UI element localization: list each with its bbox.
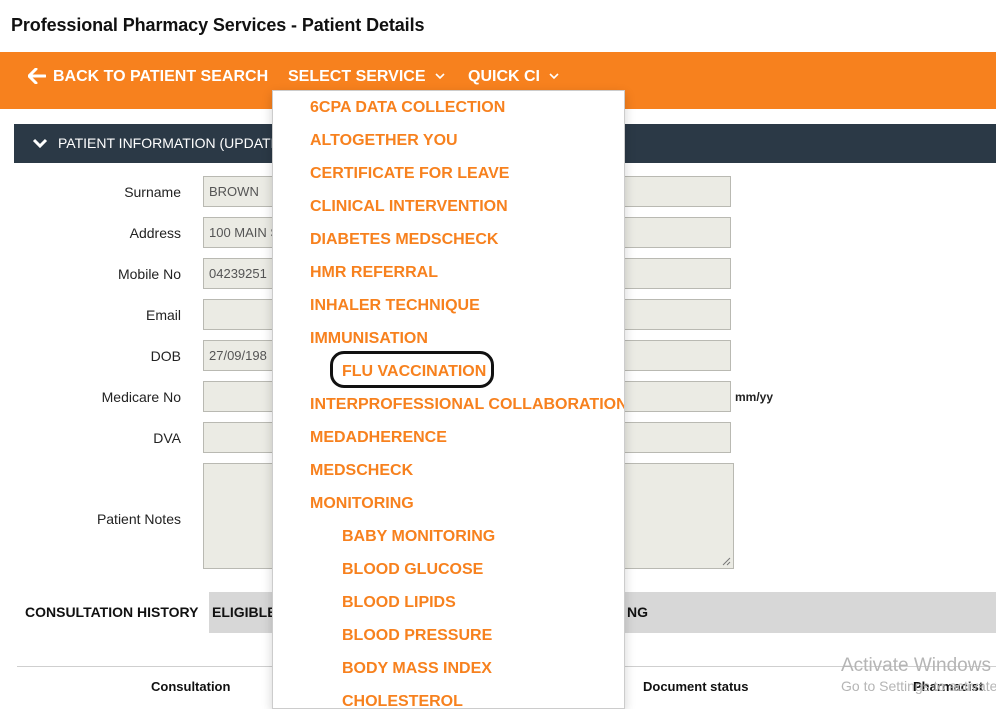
- email-label: Email: [145, 307, 181, 323]
- quick-label: QUICK CI: [468, 68, 540, 85]
- back-to-patient-search-link[interactable]: BACK TO PATIENT SEARCH: [27, 52, 269, 102]
- back-label: BACK TO PATIENT SEARCH: [53, 68, 269, 85]
- menu-item-altogether-you[interactable]: ALTOGETHER YOU: [310, 132, 458, 150]
- menu-item-6cpa-data-collection[interactable]: 6CPA DATA COLLECTION: [310, 99, 505, 117]
- menu-item-body-mass-index[interactable]: BODY MASS INDEX: [342, 660, 492, 678]
- mobile-label: Mobile No: [117, 266, 181, 282]
- menu-item-certificate-for-leave[interactable]: CERTIFICATE FOR LEAVE: [310, 165, 509, 183]
- chevron-down-icon: [32, 138, 48, 148]
- page-title: Professional Pharmacy Services - Patient…: [11, 15, 425, 35]
- menu-item-flu-vaccination[interactable]: FLU VACCINATION: [342, 363, 486, 381]
- tab-consultation-history[interactable]: CONSULTATION HISTORY: [14, 592, 210, 633]
- col-document-status-header[interactable]: Document status: [643, 679, 748, 694]
- col-consultation-header[interactable]: Consultation: [151, 679, 230, 694]
- select-service-dropdown: 6CPA DATA COLLECTION ALTOGETHER YOU CERT…: [272, 90, 625, 709]
- watermark-line1: Activate Windows: [841, 655, 991, 676]
- menu-item-baby-monitoring[interactable]: BABY MONITORING: [342, 528, 495, 546]
- menu-item-interprofessional-collaboration[interactable]: INTERPROFESSIONAL COLLABORATION: [310, 396, 624, 414]
- surname-label: Surname: [124, 184, 181, 200]
- menu-item-medadherence[interactable]: MEDADHERENCE: [310, 429, 447, 447]
- dob-label: DOB: [150, 348, 181, 364]
- chevron-down-icon: [434, 73, 445, 80]
- arrow-left-icon: [27, 67, 47, 85]
- medicare-expiry-hint: mm/yy: [735, 390, 774, 404]
- menu-item-inhaler-technique[interactable]: INHALER TECHNIQUE: [310, 297, 480, 315]
- menu-item-clinical-intervention[interactable]: CLINICAL INTERVENTION: [310, 198, 508, 216]
- menu-item-blood-glucose[interactable]: BLOOD GLUCOSE: [342, 561, 483, 579]
- watermark-line2: Go to Settings to activate: [841, 678, 996, 694]
- menu-item-blood-lipids[interactable]: BLOOD LIPIDS: [342, 594, 456, 612]
- dva-label: DVA: [153, 430, 181, 446]
- menu-item-medscheck[interactable]: MEDSCHECK: [310, 462, 413, 480]
- menu-item-immunisation[interactable]: IMMUNISATION: [310, 330, 428, 348]
- menu-item-monitoring[interactable]: MONITORING: [310, 495, 414, 513]
- panel-header-label: PATIENT INFORMATION (UPDATE: [58, 135, 280, 151]
- activate-windows-watermark: Activate Windows Go to Settings to activ…: [841, 655, 996, 694]
- resize-handle-icon[interactable]: [722, 557, 731, 566]
- chevron-down-icon: [549, 73, 559, 80]
- address-label: Address: [129, 225, 181, 241]
- medicare-label: Medicare No: [101, 389, 181, 405]
- menu-item-blood-pressure[interactable]: BLOOD PRESSURE: [342, 627, 492, 645]
- select-service-label: SELECT SERVICE: [288, 68, 426, 85]
- menu-item-diabetes-medscheck[interactable]: DIABETES MEDSCHECK: [310, 231, 498, 249]
- menu-item-cholesterol[interactable]: CHOLESTEROL: [342, 693, 463, 708]
- patient-notes-label: Patient Notes: [96, 511, 181, 527]
- menu-item-hmr-referral[interactable]: HMR REFERRAL: [310, 264, 438, 282]
